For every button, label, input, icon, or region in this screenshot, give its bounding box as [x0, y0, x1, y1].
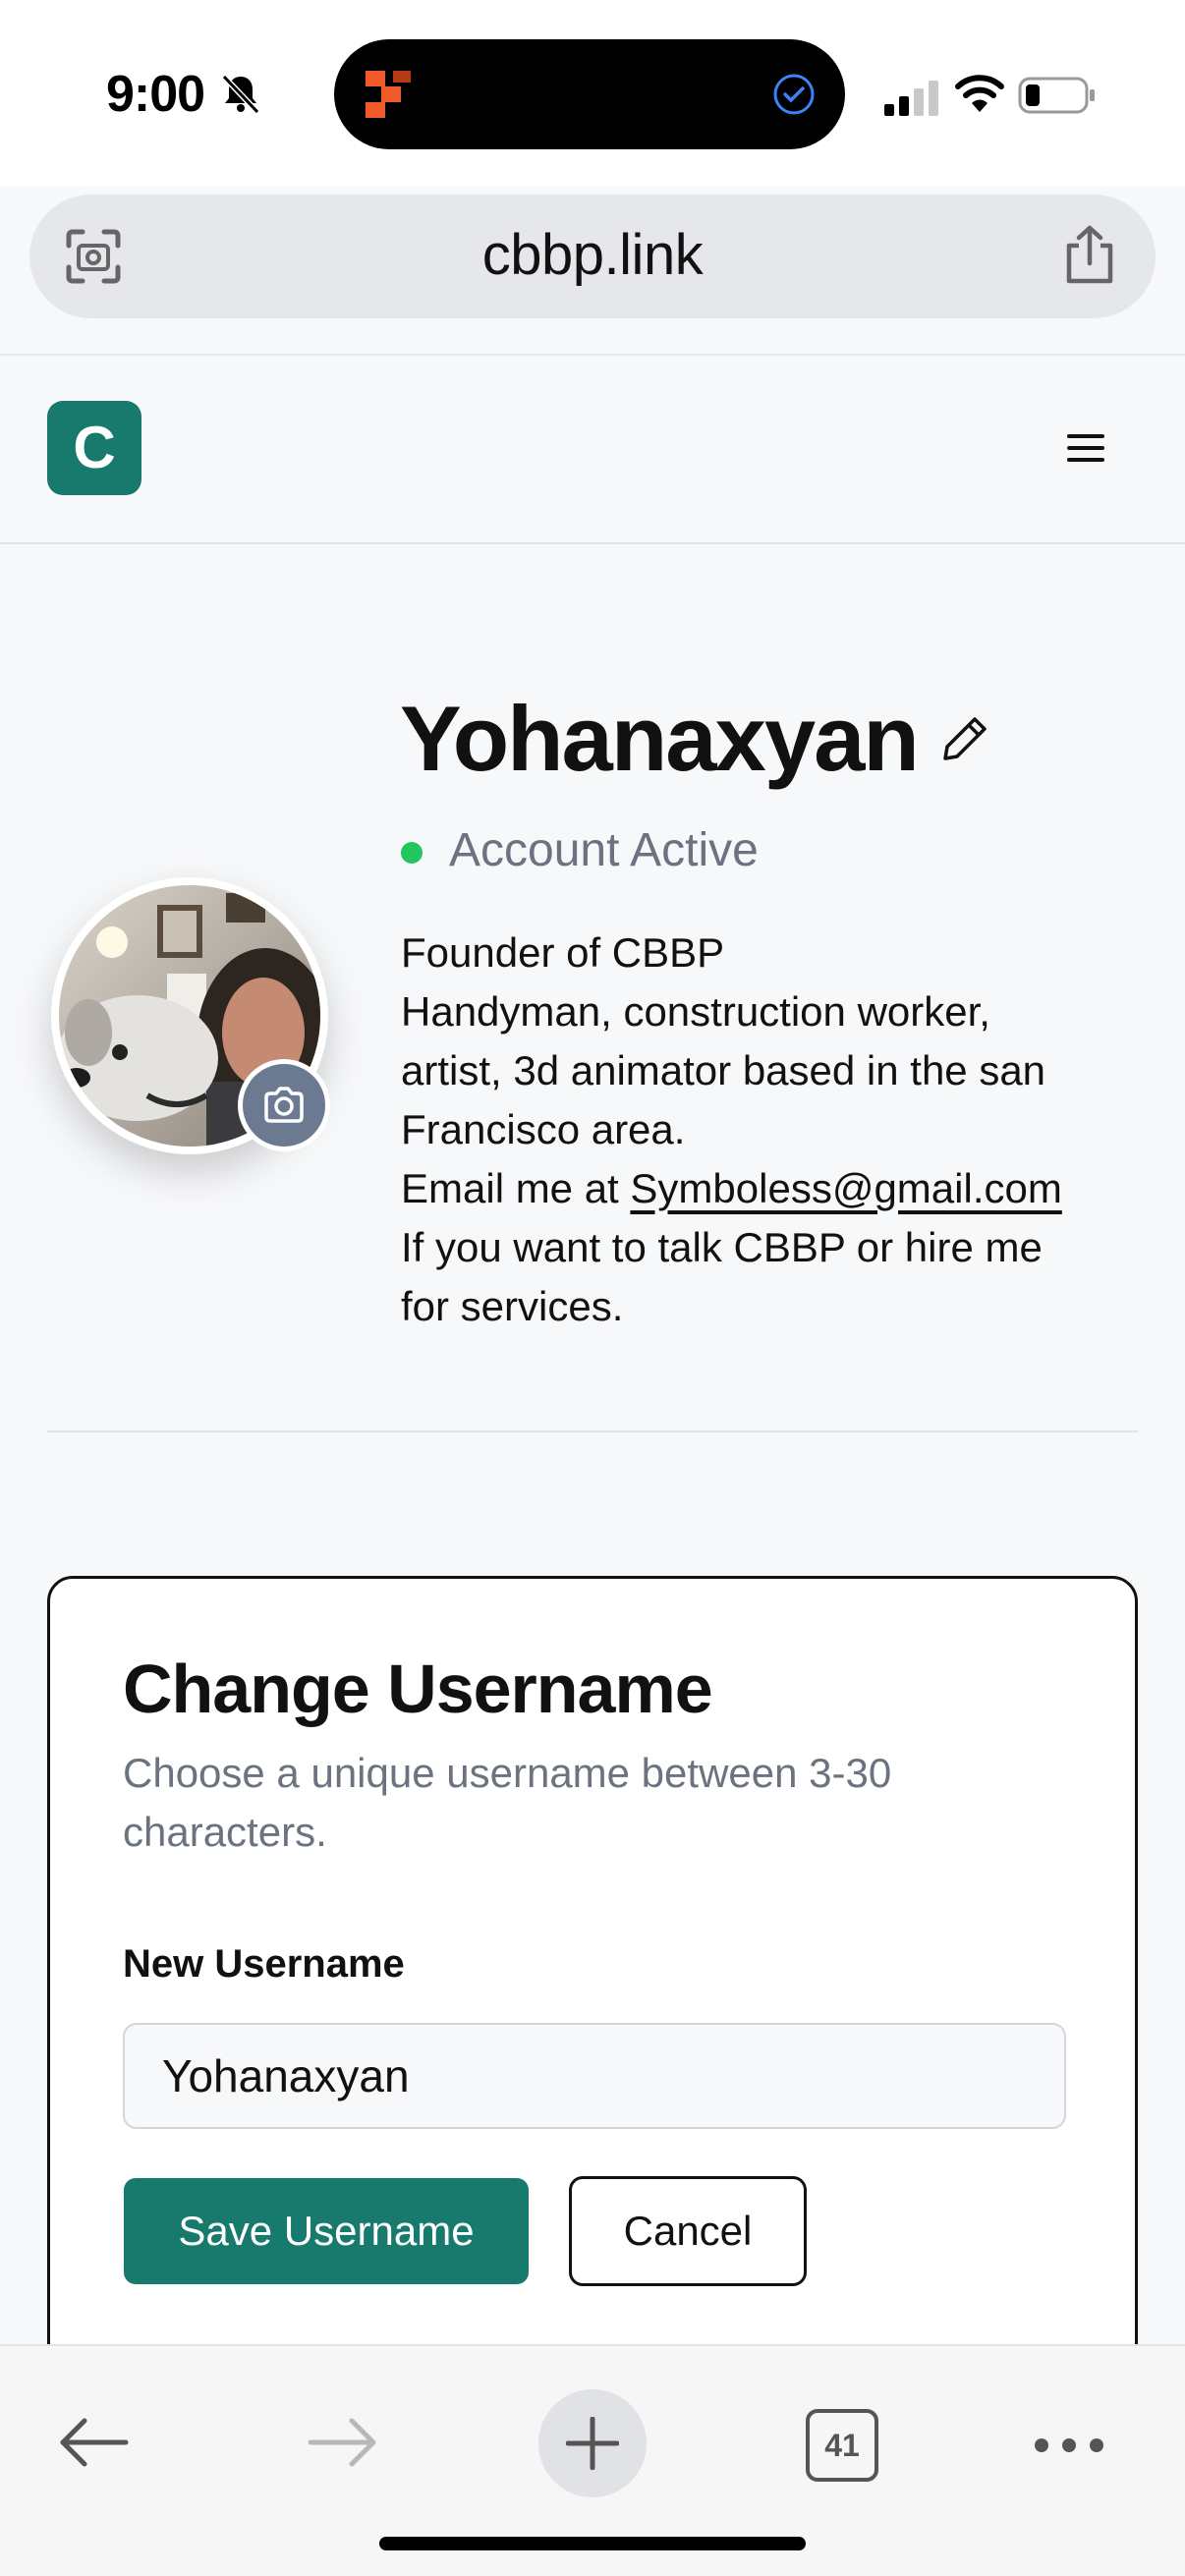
signal-icon [884, 81, 938, 116]
bio-line: Francisco area. [401, 1106, 686, 1152]
plus-icon [566, 2417, 619, 2470]
bell-muted-icon [221, 74, 260, 115]
share-icon[interactable] [1061, 224, 1118, 287]
bio-line: artist, 3d animator based in the san [401, 1047, 1046, 1093]
site-header: C [0, 356, 1185, 544]
bio-email-link[interactable]: Symboless@gmail.com [630, 1165, 1061, 1211]
menu-icon[interactable] [1065, 430, 1106, 466]
bio-email-line: Email me at Symboless@gmail.com [401, 1159, 1128, 1218]
camera-icon [264, 1087, 304, 1123]
bio-line: If you want to talk CBBP or hire me [401, 1224, 1043, 1270]
new-tab-button[interactable] [538, 2389, 647, 2497]
back-icon[interactable] [57, 2415, 132, 2470]
site-logo[interactable]: C [47, 401, 141, 495]
bio-line: Handyman, construction worker, [401, 988, 990, 1035]
section-divider [47, 1430, 1138, 1432]
wifi-icon [955, 75, 1004, 112]
bio-line: Founder of CBBP [401, 929, 725, 976]
change-username-card: Change Username Choose a unique username… [47, 1576, 1138, 2401]
bio-email-prefix: Email me at [401, 1165, 631, 1211]
edit-icon[interactable] [941, 713, 990, 762]
status-dot [401, 842, 423, 864]
battery-icon [1018, 77, 1095, 114]
url-bar[interactable]: cbbp.link [29, 195, 1156, 318]
status-bar: 9:00 [0, 0, 1185, 187]
bio-line: for services. [401, 1283, 624, 1329]
new-username-label: New Username [123, 1942, 405, 1986]
island-check-icon [773, 74, 815, 115]
save-username-button[interactable]: Save Username [124, 2178, 529, 2284]
more-icon[interactable] [1032, 2433, 1106, 2458]
island-app-icon [366, 71, 411, 118]
profile-username: Yohanaxyan [400, 687, 920, 790]
tabs-icon[interactable]: 41 [806, 2409, 878, 2482]
profile-bio: Founder of CBBP Handyman, construction w… [401, 924, 1128, 1336]
url-text[interactable]: cbbp.link [29, 222, 1156, 288]
card-title: Change Username [123, 1651, 713, 1727]
dynamic-island [334, 39, 845, 149]
card-subtitle: Choose a unique username between 3-30 ch… [123, 1750, 892, 1855]
cancel-button[interactable]: Cancel [569, 2176, 807, 2286]
new-username-input[interactable] [123, 2023, 1066, 2129]
home-indicator [379, 2537, 806, 2550]
change-photo-button[interactable] [238, 1059, 330, 1151]
status-time: 9:00 [106, 66, 205, 123]
account-status: Account Active [449, 824, 759, 876]
forward-icon[interactable] [305, 2415, 379, 2470]
